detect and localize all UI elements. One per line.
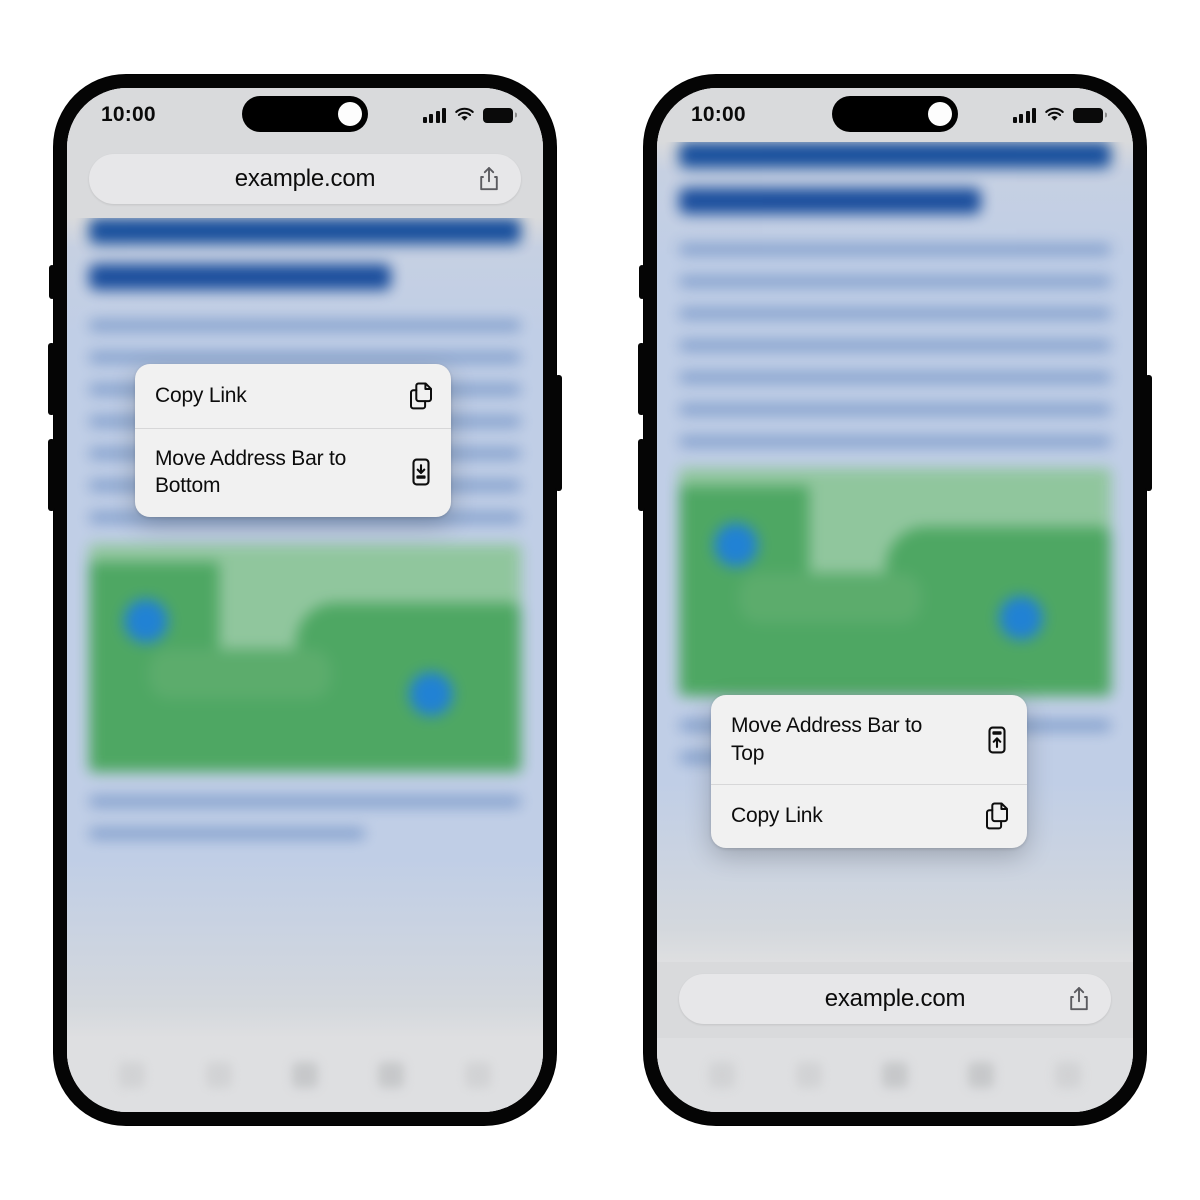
status-bar: 10:00 bbox=[67, 88, 543, 142]
content-text-line bbox=[679, 244, 1111, 255]
battery-full-icon bbox=[1073, 107, 1103, 123]
status-bar-time: 10:00 bbox=[691, 103, 746, 126]
phone-screen-bezel: 10:00 bbox=[657, 88, 1133, 1112]
content-text-line bbox=[679, 276, 1111, 287]
volume-down-button[interactable] bbox=[638, 439, 645, 511]
volume-up-button[interactable] bbox=[48, 343, 55, 415]
dynamic-island bbox=[832, 96, 958, 132]
phone-bottom-address-bar: 10:00 Move Address Bar to Top Copy Link … bbox=[638, 75, 1152, 1125]
content-heading-bar bbox=[679, 142, 1111, 168]
menu-item-label: Copy Link bbox=[155, 384, 247, 408]
menu-item-label: Move Address Bar to Bottom bbox=[155, 447, 347, 498]
bookmarks-icon[interactable] bbox=[378, 1062, 405, 1088]
map-image bbox=[679, 468, 1111, 696]
context-menu[interactable]: Copy Link Move Address Bar to Bottom bbox=[135, 364, 451, 517]
address-bar-url: example.com bbox=[824, 985, 966, 1012]
forward-icon[interactable] bbox=[205, 1062, 232, 1088]
map-landmass bbox=[739, 572, 921, 624]
status-bar: 10:00 bbox=[657, 88, 1133, 142]
browser-toolbar bbox=[657, 1038, 1133, 1112]
address-bar-container-top: example.com bbox=[67, 142, 543, 218]
content-text-line bbox=[89, 828, 366, 839]
phone-screen: 10:00 bbox=[657, 88, 1133, 1112]
map-pin bbox=[713, 522, 758, 567]
content-text-line bbox=[89, 320, 521, 331]
context-menu[interactable]: Move Address Bar to Top Copy Link bbox=[711, 695, 1027, 848]
map-pin bbox=[123, 598, 168, 643]
move-bar-bottom-icon bbox=[408, 457, 434, 487]
map-pin bbox=[408, 671, 453, 716]
battery-full-icon bbox=[483, 107, 513, 123]
content-text-line bbox=[679, 340, 1111, 351]
back-icon[interactable] bbox=[709, 1062, 736, 1088]
content-heading-bar bbox=[679, 188, 982, 214]
menu-item-label: Move Address Bar to Top bbox=[731, 714, 923, 765]
map-pin bbox=[998, 595, 1043, 640]
silent-switch-button[interactable] bbox=[49, 265, 55, 299]
phone-top-address-bar: 10:00 example.com Copy Link Move Address… bbox=[48, 75, 562, 1125]
content-text-line bbox=[679, 404, 1111, 415]
power-button[interactable] bbox=[1145, 375, 1152, 491]
move-bar-top-icon bbox=[984, 725, 1010, 755]
content-text-line bbox=[679, 372, 1111, 383]
address-bar-url: example.com bbox=[234, 165, 376, 192]
menu-item-label: Copy Link bbox=[731, 804, 823, 828]
silent-switch-button[interactable] bbox=[639, 265, 645, 299]
menu-item-move-address-bar[interactable]: Move Address Bar to Bottom bbox=[135, 428, 451, 517]
back-icon[interactable] bbox=[119, 1062, 146, 1088]
menu-item-copy-link[interactable]: Copy Link bbox=[711, 784, 1027, 848]
status-bar-time: 10:00 bbox=[101, 103, 156, 126]
forward-icon[interactable] bbox=[795, 1062, 822, 1088]
phone-screen-bezel: 10:00 bbox=[67, 88, 543, 1112]
web-page-content: Move Address Bar to Top Copy Link bbox=[657, 142, 1133, 962]
map-image bbox=[89, 544, 521, 772]
tabs-icon[interactable] bbox=[1054, 1062, 1081, 1088]
tabs-icon[interactable] bbox=[464, 1062, 491, 1088]
phone-screen: 10:00 bbox=[67, 88, 543, 1112]
dynamic-island bbox=[242, 96, 368, 132]
content-heading-bar bbox=[89, 264, 392, 290]
content-text-line bbox=[89, 352, 521, 363]
address-bar[interactable]: example.com bbox=[89, 154, 521, 204]
power-button[interactable] bbox=[555, 375, 562, 491]
copy-documents-icon bbox=[984, 801, 1010, 831]
share-icon[interactable] bbox=[291, 1062, 318, 1088]
share-icon[interactable] bbox=[1067, 986, 1091, 1013]
content-text-line bbox=[89, 796, 521, 807]
wifi-icon bbox=[454, 107, 475, 123]
content-text-line bbox=[679, 436, 1111, 447]
web-page-content: Copy Link Move Address Bar to Bottom bbox=[67, 218, 543, 1038]
comparison-stage: 10:00 example.com Copy Link Move Address… bbox=[0, 0, 1200, 1200]
status-bar-icons bbox=[1012, 107, 1103, 123]
copy-documents-icon bbox=[408, 381, 434, 411]
address-bar[interactable]: example.com bbox=[679, 974, 1111, 1024]
browser-toolbar bbox=[67, 1038, 543, 1112]
volume-down-button[interactable] bbox=[48, 439, 55, 511]
content-text-line bbox=[679, 308, 1111, 319]
wifi-icon bbox=[1044, 107, 1065, 123]
bookmarks-icon[interactable] bbox=[968, 1062, 995, 1088]
menu-item-move-address-bar[interactable]: Move Address Bar to Top bbox=[711, 695, 1027, 784]
share-icon[interactable] bbox=[477, 166, 501, 193]
share-icon[interactable] bbox=[881, 1062, 908, 1088]
page-placeholder-content bbox=[67, 218, 543, 1038]
volume-up-button[interactable] bbox=[638, 343, 645, 415]
status-bar-icons bbox=[422, 107, 513, 123]
content-heading-bar bbox=[89, 218, 521, 244]
map-landmass bbox=[149, 648, 331, 700]
cellular-signal-icon bbox=[1012, 107, 1036, 123]
cellular-signal-icon bbox=[422, 107, 446, 123]
menu-item-copy-link[interactable]: Copy Link bbox=[135, 364, 451, 428]
address-bar-container-bottom: example.com bbox=[657, 962, 1133, 1038]
